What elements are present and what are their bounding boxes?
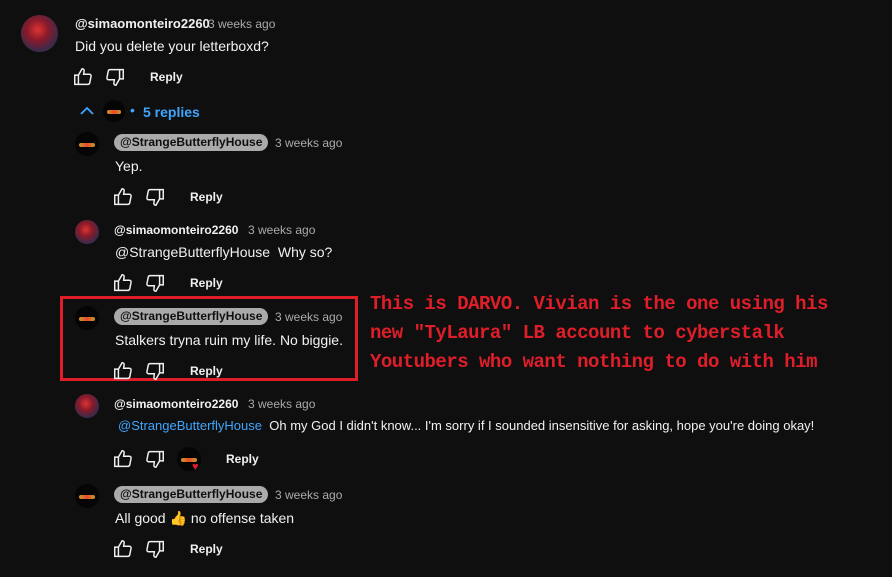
replies-toggle[interactable]: • 5 replies	[78, 100, 208, 124]
dislike-button[interactable]	[144, 186, 166, 208]
thumbs-down-icon	[146, 274, 164, 292]
comment-time[interactable]: 3 weeks ago	[208, 17, 275, 31]
like-button[interactable]	[112, 186, 134, 208]
comment-time[interactable]: 3 weeks ago	[248, 223, 315, 237]
replies-count: 5 replies	[143, 104, 200, 120]
annotation-line: This is DARVO. Vivian is the one using h…	[370, 293, 828, 315]
comment-author[interactable]: @simaomonteiro2260	[75, 16, 210, 31]
comment-body-after: no offense taken	[190, 510, 295, 526]
dislike-button[interactable]	[144, 360, 166, 382]
like-button[interactable]	[112, 272, 134, 294]
reply-button[interactable]: Reply	[226, 452, 259, 466]
comment-text: @StrangeButterflyHouse Why so?	[115, 244, 332, 260]
comment-text: All good 👍 no offense taken	[115, 510, 294, 527]
comment-author[interactable]: @StrangeButterflyHouse	[114, 134, 269, 151]
dislike-button[interactable]	[144, 538, 166, 560]
like-button[interactable]	[112, 538, 134, 560]
reply-button[interactable]: Reply	[190, 364, 223, 378]
dislike-button[interactable]	[144, 272, 166, 294]
thumbs-up-icon	[114, 540, 132, 558]
like-button[interactable]	[72, 66, 94, 88]
avatar	[103, 100, 125, 122]
dislike-button[interactable]	[144, 448, 166, 470]
dot-separator: •	[130, 102, 135, 118]
comment-author[interactable]: @StrangeButterflyHouse	[114, 486, 269, 503]
comment-text: @StrangeButterflyHouse Oh my God I didn'…	[118, 418, 814, 433]
reply-button[interactable]: Reply	[190, 276, 223, 290]
avatar[interactable]	[75, 306, 99, 330]
chevron-up-icon	[80, 106, 94, 115]
thumbs-down-icon	[146, 540, 164, 558]
avatar[interactable]	[75, 220, 99, 244]
comment-time[interactable]: 3 weeks ago	[248, 397, 315, 411]
creator-heart: ♥	[177, 447, 205, 473]
comment-time[interactable]: 3 weeks ago	[275, 310, 342, 324]
avatar[interactable]	[75, 394, 99, 418]
thumbs-up-icon	[114, 362, 132, 380]
thumbs-up-icon	[114, 274, 132, 292]
comment-body: All good	[115, 510, 166, 526]
comment-time[interactable]: 3 weeks ago	[275, 136, 342, 150]
thumbs-up-icon	[114, 188, 132, 206]
thumbs-down-icon	[146, 450, 164, 468]
comment-author[interactable]: @StrangeButterflyHouse	[114, 308, 269, 325]
thumbs-down-icon	[146, 362, 164, 380]
annotation-line: Youtubers who want nothing to do with hi…	[370, 351, 817, 373]
thumbs-up-icon	[114, 450, 132, 468]
comment-body: Why so?	[277, 244, 333, 260]
avatar[interactable]	[75, 132, 99, 156]
comment-text: Stalkers tryna ruin my life. No biggie.	[115, 332, 343, 348]
dislike-button[interactable]	[104, 66, 126, 88]
comment-time[interactable]: 3 weeks ago	[275, 488, 342, 502]
mention-link[interactable]: @StrangeButterflyHouse	[118, 418, 262, 433]
thumbs-down-icon	[106, 68, 124, 86]
comment-body: Oh my God I didn't know... I'm sorry if …	[269, 418, 815, 433]
like-button[interactable]	[112, 360, 134, 382]
comment-author[interactable]: @simaomonteiro2260	[114, 223, 238, 237]
reply-button[interactable]: Reply	[190, 542, 223, 556]
comment-text: Yep.	[115, 158, 143, 174]
like-button[interactable]	[112, 448, 134, 470]
thumbs-up-emoji: 👍	[169, 510, 187, 526]
reply-button[interactable]: Reply	[150, 70, 183, 84]
comment-author[interactable]: @simaomonteiro2260	[114, 397, 238, 411]
thumbs-up-icon	[74, 68, 92, 86]
heart-icon: ♥	[192, 461, 199, 473]
mention-link[interactable]: @StrangeButterflyHouse	[115, 244, 270, 260]
avatar[interactable]	[21, 15, 58, 52]
reply-button[interactable]: Reply	[190, 190, 223, 204]
avatar[interactable]	[75, 484, 99, 508]
comment-text: Did you delete your letterboxd?	[75, 38, 269, 54]
annotation-line: new "TyLaura" LB account to cyberstalk	[370, 322, 785, 344]
annotation-text: This is DARVO. Vivian is the one using h…	[370, 290, 890, 377]
thumbs-down-icon	[146, 188, 164, 206]
